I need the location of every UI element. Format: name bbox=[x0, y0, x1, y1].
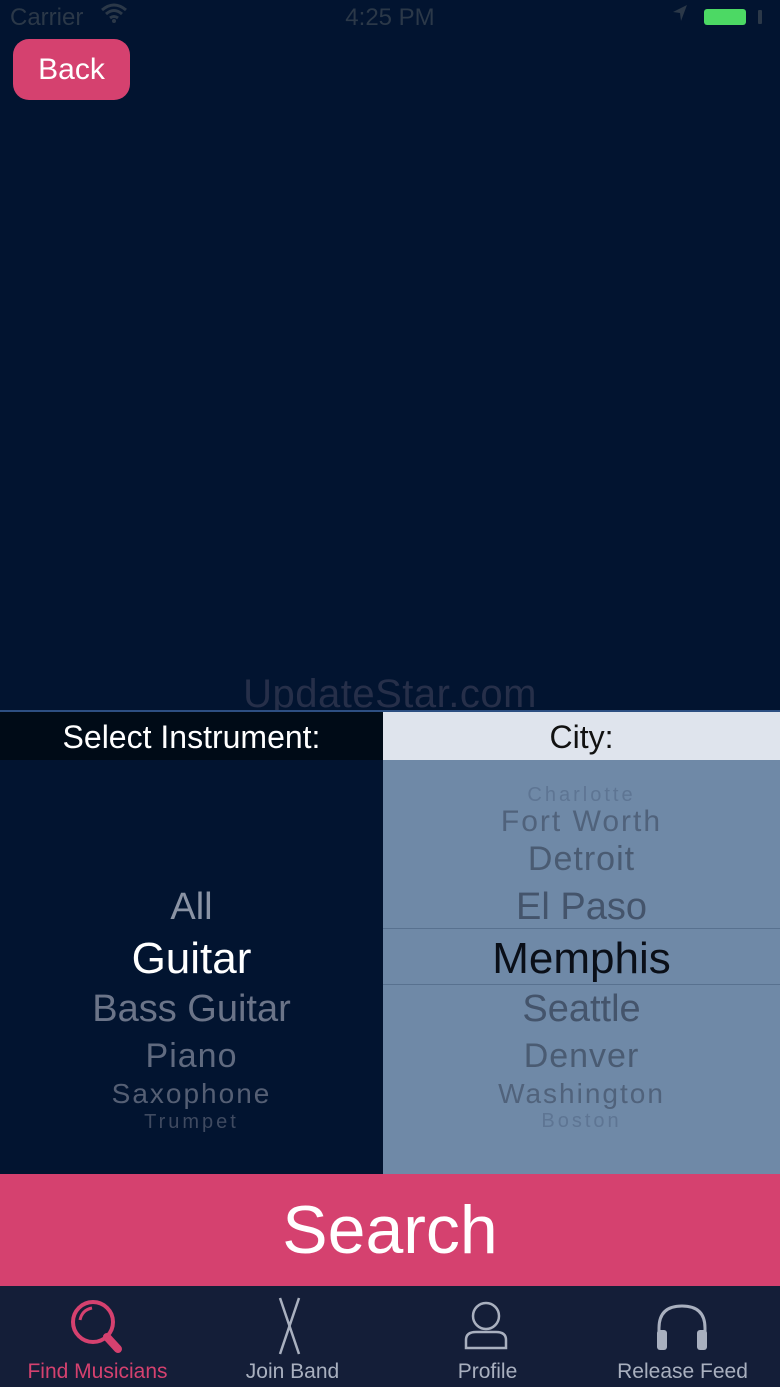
city-option[interactable]: Detroit bbox=[383, 840, 780, 879]
city-option[interactable]: Boston bbox=[383, 1110, 780, 1133]
status-bar: Carrier 4:25 PM bbox=[0, 0, 780, 36]
search-icon bbox=[0, 1294, 195, 1356]
instrument-option[interactable]: Saxophone bbox=[0, 1078, 383, 1110]
city-option[interactable]: Seattle bbox=[383, 988, 780, 1031]
tab-label: Profile bbox=[457, 1360, 518, 1383]
tab-profile[interactable]: Profile bbox=[390, 1286, 585, 1387]
person-icon bbox=[390, 1294, 585, 1356]
city-option[interactable]: El Paso bbox=[383, 886, 780, 929]
instrument-option[interactable]: Trumpet bbox=[0, 1111, 383, 1134]
tab-find-musicians[interactable]: Find Musicians bbox=[0, 1286, 195, 1387]
instrument-option[interactable]: Bass Guitar bbox=[0, 988, 383, 1031]
city-option[interactable]: Washington bbox=[383, 1078, 780, 1110]
instrument-option[interactable]: All bbox=[0, 886, 383, 929]
battery-icon bbox=[704, 9, 746, 25]
drumsticks-icon bbox=[195, 1294, 390, 1356]
status-time: 4:25 PM bbox=[345, 4, 435, 31]
selection-line-bottom bbox=[383, 984, 780, 985]
tab-label: Find Musicians bbox=[27, 1360, 168, 1383]
instrument-picker[interactable]: All Guitar Bass Guitar Piano Saxophone T… bbox=[0, 760, 383, 1174]
tab-join-band[interactable]: Join Band bbox=[195, 1286, 390, 1387]
back-button[interactable]: Back bbox=[13, 39, 130, 100]
location-arrow-icon bbox=[672, 4, 688, 28]
search-button[interactable]: Search bbox=[0, 1174, 780, 1286]
instrument-header: Select Instrument: bbox=[0, 712, 383, 760]
city-option-selected[interactable]: Memphis bbox=[383, 934, 780, 984]
tab-release-feed[interactable]: Release Feed bbox=[585, 1286, 780, 1387]
tab-label: Release Feed bbox=[617, 1360, 748, 1383]
city-option[interactable]: Denver bbox=[383, 1037, 780, 1076]
selection-line-top bbox=[383, 928, 780, 929]
instrument-option[interactable]: Piano bbox=[0, 1037, 383, 1076]
city-option[interactable]: Charlotte bbox=[383, 784, 780, 807]
instrument-option-selected[interactable]: Guitar bbox=[0, 934, 383, 984]
city-header: City: bbox=[383, 712, 780, 760]
battery-tip bbox=[758, 10, 762, 24]
tab-label: Join Band bbox=[245, 1360, 340, 1383]
city-picker[interactable]: Charlotte Fort Worth Detroit El Paso Mem… bbox=[383, 760, 780, 1174]
city-option[interactable]: Fort Worth bbox=[383, 805, 780, 839]
headphones-icon bbox=[585, 1294, 780, 1356]
tab-bar: Find Musicians Join Band Profile Release… bbox=[0, 1286, 780, 1387]
